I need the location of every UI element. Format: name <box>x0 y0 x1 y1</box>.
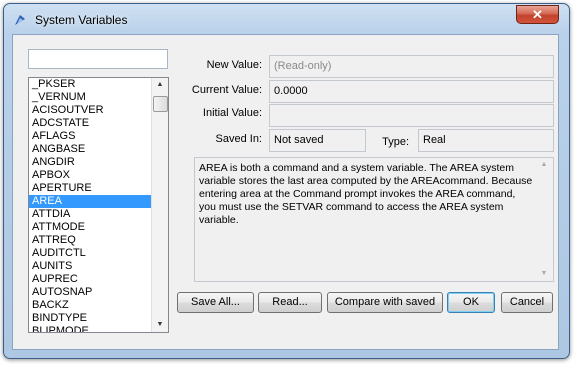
window-title: System Variables <box>35 13 128 27</box>
search-input[interactable] <box>28 49 168 69</box>
initial-value-field <box>269 104 554 127</box>
app-logo-icon <box>15 15 25 25</box>
variables-list[interactable]: _PKSER _VERNUM ACISOUTVER ADCSTATE AFLAGS ANG… <box>28 77 169 333</box>
scroll-up-arrow-icon[interactable]: ▲ <box>152 78 168 92</box>
description-scroll-down-icon[interactable]: ▼ <box>536 267 552 281</box>
description-scrollbar[interactable]: ▲ ▼ <box>536 158 553 281</box>
read-button[interactable]: Read... <box>258 292 322 313</box>
list-item[interactable]: _VERNUM <box>29 91 151 104</box>
description-text: AREA is both a command and a system vari… <box>199 162 533 226</box>
list-item[interactable]: APERTURE <box>29 182 151 195</box>
dialog-body: _PKSER _VERNUM ACISOUTVER ADCSTATE AFLAGS ANG… <box>12 34 559 350</box>
initial-value-label: Initial Value: <box>202 107 262 119</box>
list-item[interactable]: ATTDIA <box>29 208 151 221</box>
description-box[interactable]: AREA is both a command and a system vari… <box>194 157 554 282</box>
cancel-button[interactable]: Cancel <box>501 292 553 313</box>
list-item[interactable]: AUPREC <box>29 273 151 286</box>
list-item[interactable]: ATTREQ <box>29 234 151 247</box>
list-item[interactable]: ANGBASE <box>29 143 151 156</box>
compare-with-saved-button[interactable]: Compare with saved <box>327 292 443 313</box>
current-value-field[interactable]: 0.0000 <box>269 80 554 103</box>
title-bar[interactable]: System Variables ✕ <box>4 4 569 34</box>
scroll-down-arrow-icon[interactable]: ▼ <box>152 318 168 332</box>
system-variables-dialog: System Variables ✕ _PKSER _VERNUM ACISOUTV… <box>3 3 570 359</box>
variables-list-items: _PKSER _VERNUM ACISOUTVER ADCSTATE AFLAGS ANG… <box>29 78 151 332</box>
list-item[interactable]: ADCSTATE <box>29 117 151 130</box>
current-value-label: Current Value: <box>191 84 262 96</box>
list-item[interactable]: BINDTYPE <box>29 312 151 325</box>
list-item[interactable]: AFLAGS <box>29 130 151 143</box>
list-item[interactable]: APBOX <box>29 169 151 182</box>
list-item[interactable]: AUDITCTL <box>29 247 151 260</box>
list-item[interactable]: AUNITS <box>29 260 151 273</box>
list-item[interactable]: ACISOUTVER <box>29 104 151 117</box>
description-scroll-up-icon[interactable]: ▲ <box>536 158 552 172</box>
type-label: Type: <box>382 136 409 148</box>
list-item[interactable]: AUTOSNAP <box>29 286 151 299</box>
close-button[interactable]: ✕ <box>516 5 559 24</box>
list-item[interactable]: BLIPMODE <box>29 325 151 332</box>
scrollbar-thumb[interactable] <box>153 96 168 112</box>
list-item[interactable]: BACKZ <box>29 299 151 312</box>
saved-in-label: Saved In: <box>215 133 262 145</box>
type-field: Real <box>418 129 554 152</box>
list-scrollbar[interactable]: ▲ ▼ <box>151 78 168 332</box>
new-value-label: New Value: <box>206 59 262 71</box>
list-item[interactable]: ATTMODE <box>29 221 151 234</box>
new-value-field[interactable]: (Read-only) <box>269 55 554 78</box>
saved-in-field: Not saved <box>269 129 366 152</box>
list-item[interactable]: _PKSER <box>29 78 151 91</box>
ok-button[interactable]: OK <box>447 292 495 313</box>
list-item[interactable]: ANGDIR <box>29 156 151 169</box>
save-all-button[interactable]: Save All... <box>177 292 254 313</box>
list-item-selected[interactable]: AREA <box>29 195 151 208</box>
close-icon: ✕ <box>532 7 543 22</box>
